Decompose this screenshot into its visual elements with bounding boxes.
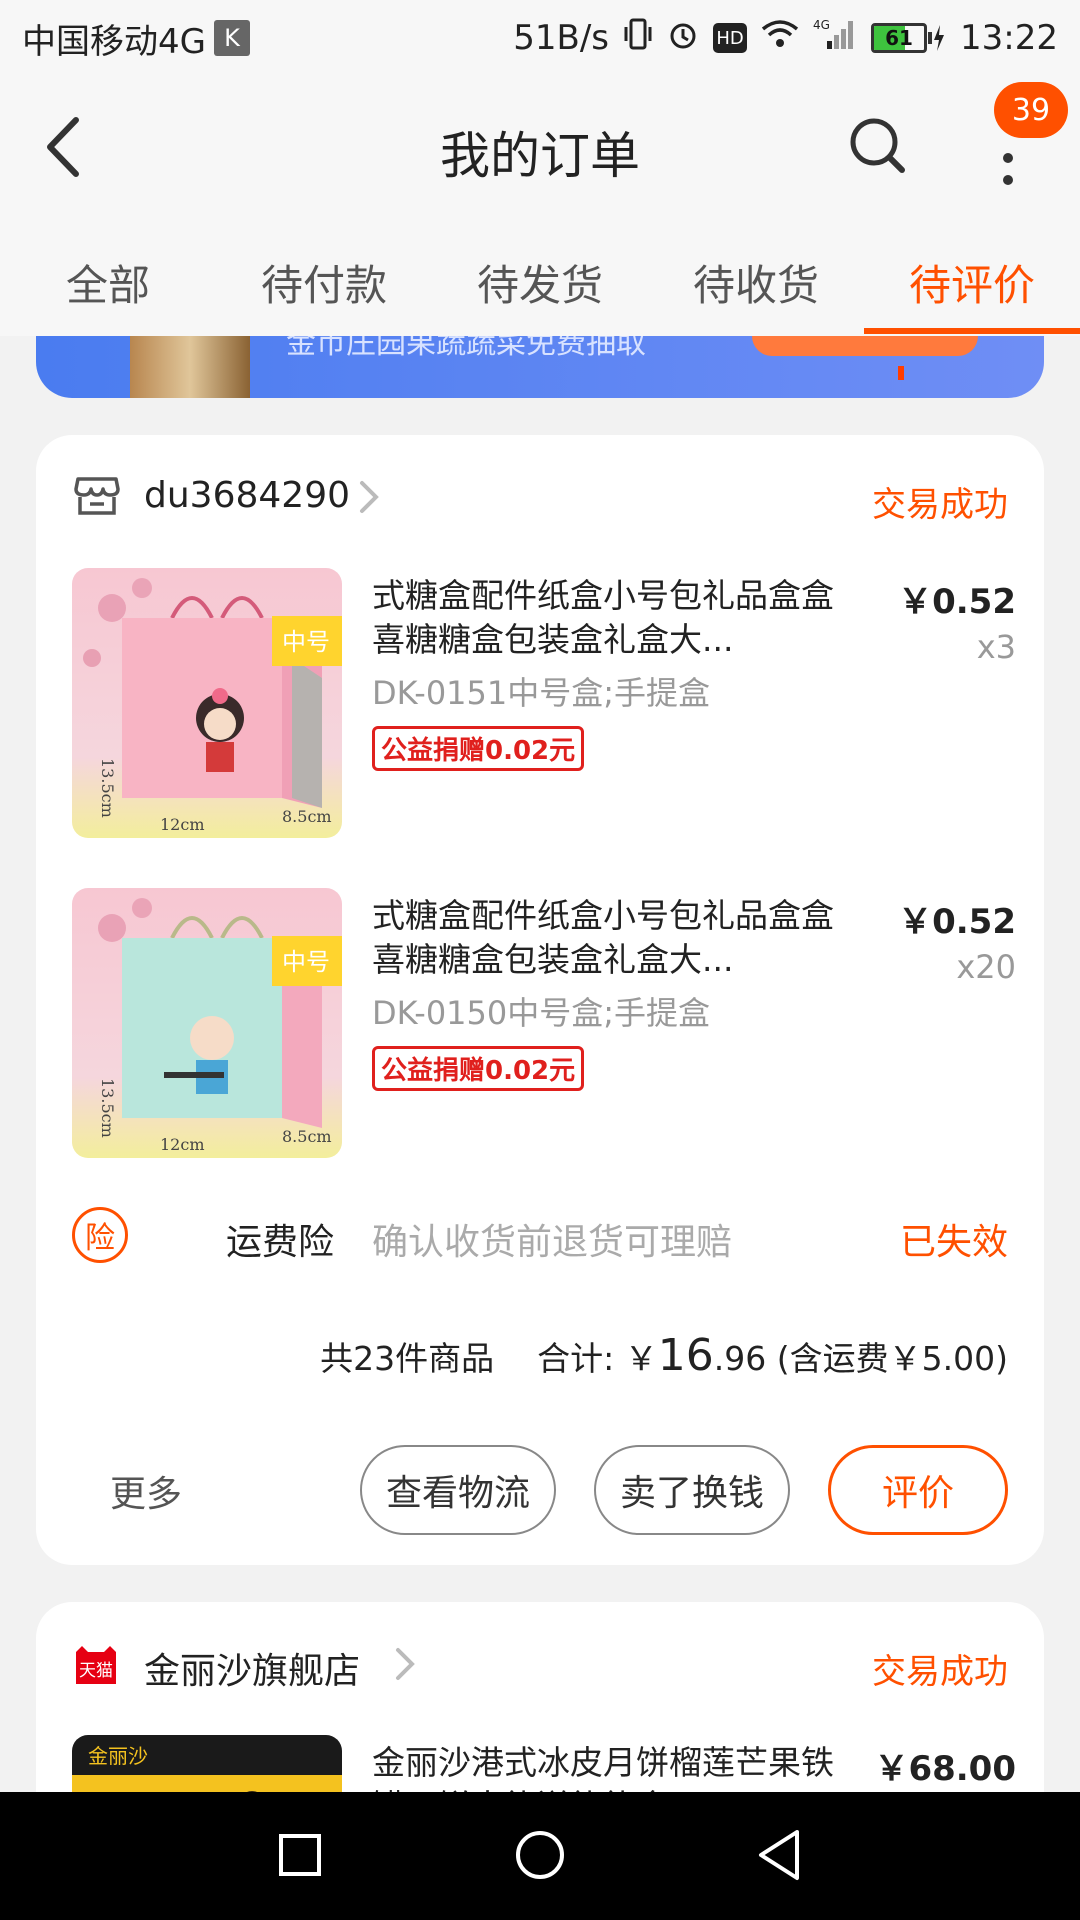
app-header: 我的订单 39 xyxy=(0,76,1080,216)
shop-row[interactable]: du3684290 交易成功 xyxy=(36,435,1044,555)
banner-indicator xyxy=(898,366,904,380)
shop-name[interactable]: du3684290 xyxy=(144,475,350,516)
product-title[interactable]: 式糖盒配件纸盒小号包礼品盒盒喜糖糖盒包装盒礼盒大... xyxy=(372,574,842,662)
order-item[interactable]: 中号 12cm 8.5cm 13.5cm 式糖盒配件纸盒小号包礼品盒盒喜糖糖盒包… xyxy=(36,888,1044,1160)
product-sku: DK-0151中号盒;手提盒 xyxy=(372,674,711,712)
charity-tag: 公益捐赠0.02元 xyxy=(372,1046,585,1091)
alarm-icon xyxy=(667,18,699,58)
svg-text:13.5cm: 13.5cm xyxy=(98,758,117,818)
order-item[interactable]: 中号 12cm 8.5cm 13.5cm 式糖盒配件纸盒小号包礼品盒盒喜糖糖盒包… xyxy=(36,568,1044,840)
tmall-icon: 天猫 xyxy=(76,1646,116,1684)
clock: 13:22 xyxy=(960,18,1058,58)
back-nav-icon[interactable] xyxy=(745,1820,815,1890)
chevron-right-icon xyxy=(396,1648,415,1680)
vibrate-icon xyxy=(623,17,653,59)
view-logistics-button[interactable]: 查看物流 xyxy=(360,1445,556,1535)
product-sku: DK-0150中号盒;手提盒 xyxy=(372,994,711,1032)
product-quantity: x3 xyxy=(976,628,1016,666)
svg-text:8.5cm: 8.5cm xyxy=(282,807,332,826)
insurance-status: 已失效 xyxy=(899,1222,1008,1263)
sell-item-button[interactable]: 卖了换钱 xyxy=(594,1445,790,1535)
svg-text:金丽沙: 金丽沙 xyxy=(88,1744,148,1768)
shop-name[interactable]: 金丽沙旗舰店 xyxy=(144,1642,360,1694)
banner-text: 金币庄园果蔬蔬菜免费抽取 xyxy=(286,336,646,361)
insurance-icon: 险 xyxy=(72,1207,128,1263)
shop-icon xyxy=(74,477,120,515)
hd-icon: HD xyxy=(713,23,748,53)
system-navigation-bar xyxy=(0,1792,1080,1920)
recent-apps-icon[interactable] xyxy=(265,1820,335,1890)
cell-signal-icon: 4G xyxy=(813,17,857,59)
more-vertical-icon[interactable] xyxy=(990,132,1026,192)
tab-all[interactable]: 全部 xyxy=(0,216,216,336)
order-card[interactable]: du3684290 交易成功 中号 12cm 8.5cm 13.5cm 式糖盒配… xyxy=(36,435,1044,1565)
network-speed: 51B/s xyxy=(513,18,610,58)
shipping-insurance-row[interactable]: 险 运费险 确认收货前退货可理赔 已失效 xyxy=(36,1195,1044,1275)
carrier-k-icon: K xyxy=(213,20,250,56)
total-decimal: .96 xyxy=(713,1339,767,1378)
svg-text:13.5cm: 13.5cm xyxy=(98,1078,117,1138)
product-title[interactable]: 式糖盒配件纸盒小号包礼品盒盒喜糖糖盒包装盒礼盒大... xyxy=(372,894,842,982)
more-link[interactable]: 更多 xyxy=(110,1465,182,1517)
product-image[interactable]: 中号 12cm 8.5cm 13.5cm xyxy=(72,568,342,838)
battery-body: 61 xyxy=(871,23,928,53)
tab-pending-receipt[interactable]: 待收货 xyxy=(648,216,864,336)
tab-pending-shipment[interactable]: 待发货 xyxy=(432,216,648,336)
svg-text:中号: 中号 xyxy=(282,628,330,656)
order-status: 交易成功 xyxy=(872,1652,1008,1692)
status-bar-left: 中国移动4G K xyxy=(22,14,250,63)
network-type-label: 4G xyxy=(813,18,830,32)
product-quantity: x20 xyxy=(956,948,1016,986)
total-integer: 16 xyxy=(657,1330,714,1381)
product-price: ￥68.00 xyxy=(874,1749,1016,1789)
review-button[interactable]: 评价 xyxy=(828,1445,1008,1535)
status-bar: 中国移动4G K 51B/s HD 4G 61 13:22 xyxy=(0,0,1080,76)
tab-pending-review[interactable]: 待评价 xyxy=(864,216,1080,336)
order-tabs: 全部 待付款 待发货 待收货 待评价 xyxy=(0,216,1080,336)
product-image[interactable]: 中号 12cm 8.5cm 13.5cm xyxy=(72,888,342,1158)
svg-text:12cm: 12cm xyxy=(160,815,205,834)
tab-pending-payment[interactable]: 待付款 xyxy=(216,216,432,336)
tmall-label: 天猫 xyxy=(79,1661,113,1681)
svg-text:12cm: 12cm xyxy=(160,1135,205,1154)
home-icon[interactable] xyxy=(505,1820,575,1890)
charity-tag: 公益捐赠0.02元 xyxy=(372,726,585,771)
wifi-icon xyxy=(761,19,799,57)
svg-text:8.5cm: 8.5cm xyxy=(282,1127,332,1146)
banner-button[interactable] xyxy=(752,336,978,356)
search-icon[interactable] xyxy=(846,114,910,178)
charging-icon xyxy=(934,25,945,51)
promo-banner[interactable]: 金币庄园果蔬蔬菜免费抽取 xyxy=(36,336,1044,398)
insurance-label: 运费险 xyxy=(226,1222,335,1263)
page-title: 我的订单 xyxy=(440,127,640,185)
shipping-fee: (含运费￥5.00) xyxy=(776,1339,1008,1378)
battery-icon: 61 xyxy=(871,23,946,53)
item-count: 共23件商品 xyxy=(320,1339,495,1378)
status-bar-right: 51B/s HD 4G 61 13:22 xyxy=(513,17,1058,59)
notification-badge: 39 xyxy=(994,82,1068,138)
carrier-label: 中国移动4G xyxy=(22,21,206,62)
order-actions: 更多 查看物流 卖了换钱 评价 xyxy=(36,1445,1044,1535)
insurance-description: 确认收货前退货可理赔 xyxy=(372,1222,733,1263)
order-summary: 共23件商品 合计: ￥16.96 (含运费￥5.00) xyxy=(320,1330,1008,1381)
order-status: 交易成功 xyxy=(872,485,1008,525)
back-arrow-icon[interactable] xyxy=(40,112,100,182)
chevron-right-icon xyxy=(360,481,379,513)
total-label: 合计: ￥ xyxy=(537,1339,658,1378)
shop-row[interactable]: 天猫 金丽沙旗舰店 交易成功 xyxy=(36,1602,1044,1722)
svg-text:中号: 中号 xyxy=(282,948,330,976)
battery-level: 61 xyxy=(885,26,913,50)
banner-image xyxy=(130,336,250,398)
product-price: ￥0.52 xyxy=(898,902,1016,942)
product-price: ￥0.52 xyxy=(898,582,1016,622)
